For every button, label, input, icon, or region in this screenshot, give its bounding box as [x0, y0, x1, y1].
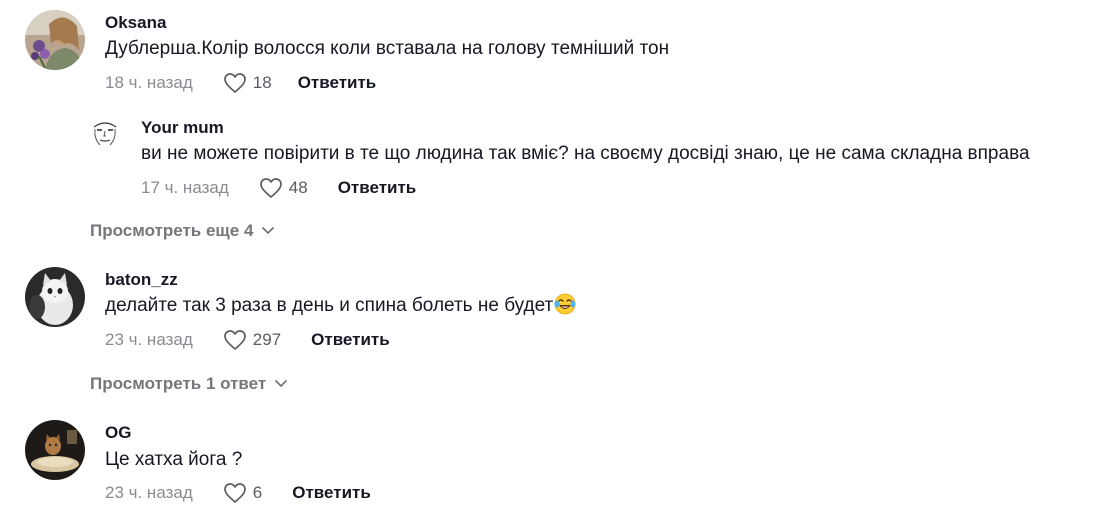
reply-time: 17 ч. назад: [141, 178, 229, 197]
chevron-down-icon: [262, 227, 275, 234]
avatar[interactable]: [25, 10, 85, 70]
comment-meta: 23 ч. назад 6 Ответить: [105, 480, 371, 506]
comment-item: baton_zz делайте так 3 раза в день и спи…: [0, 255, 1108, 365]
heart-icon: [223, 330, 246, 350]
comment-username[interactable]: baton_zz: [105, 270, 178, 290]
reply-item: Your mum ви не можете повірити в те що л…: [0, 100, 1108, 210]
comment-meta: 23 ч. назад 297 Ответить: [105, 327, 390, 353]
comment-item: Oksana Дублерша.Колір волосся коли встав…: [0, 0, 1108, 100]
reply-button[interactable]: Ответить: [338, 178, 417, 198]
view-more-replies-label: Просмотреть еще 4: [90, 221, 254, 240]
avatar[interactable]: [90, 117, 120, 147]
face-with-tears-of-joy-icon: [554, 293, 576, 315]
chevron-down-icon: [275, 380, 288, 387]
heart-icon: [223, 73, 246, 93]
like-button[interactable]: 6: [223, 482, 262, 504]
reply-button[interactable]: Ответить: [311, 330, 390, 350]
comment-meta: 18 ч. назад 18 Ответить: [105, 70, 376, 96]
view-more-replies-button[interactable]: Просмотреть еще 4: [90, 220, 275, 242]
comment-time: 23 ч. назад: [105, 483, 193, 502]
comment-time: 23 ч. назад: [105, 330, 193, 349]
comment-username[interactable]: OG: [105, 423, 131, 443]
like-count: 48: [288, 178, 308, 197]
heart-icon: [223, 483, 246, 503]
reply-button[interactable]: Ответить: [298, 73, 377, 93]
comment-time: 18 ч. назад: [105, 73, 193, 92]
view-more-replies-label: Просмотреть 1 ответ: [90, 374, 267, 393]
avatar[interactable]: [25, 420, 85, 480]
reply-meta: 17 ч. назад 48 Ответить: [141, 175, 416, 201]
like-button[interactable]: 18: [223, 72, 272, 94]
heart-icon: [259, 178, 282, 198]
reply-text: ви не можете повірити в те що людина так…: [141, 143, 1030, 164]
reply-username[interactable]: Your mum: [141, 118, 224, 138]
avatar[interactable]: [25, 267, 85, 327]
like-count: 6: [252, 483, 263, 502]
comment-username[interactable]: Oksana: [105, 13, 166, 33]
view-more-replies-button[interactable]: Просмотреть 1 ответ: [90, 373, 288, 395]
comment-text: Це хатха йога ?: [105, 449, 243, 470]
comment-item: OG Це хатха йога ? 23 ч. назад 6 Ответит…: [0, 408, 1108, 520]
comment-text: Дублерша.Колір волосся коли вставала на …: [105, 38, 670, 59]
reply-button[interactable]: Ответить: [292, 483, 371, 503]
like-button[interactable]: 297: [223, 329, 281, 351]
like-count: 297: [252, 330, 282, 349]
like-count: 18: [252, 73, 272, 92]
like-button[interactable]: 48: [259, 177, 308, 199]
comment-text-content: делайте так 3 раза в день и спина болеть…: [105, 295, 554, 316]
comment-text: делайте так 3 раза в день и спина болеть…: [105, 293, 576, 318]
